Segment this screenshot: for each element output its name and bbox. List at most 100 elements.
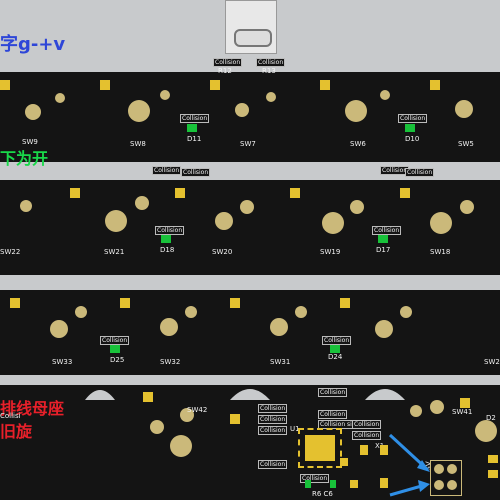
smd-pad-green	[330, 480, 336, 488]
sw32-label: SW32	[160, 358, 181, 366]
sw31-label: SW31	[270, 358, 291, 366]
pad	[50, 320, 68, 338]
diode-d11-pad	[187, 124, 197, 132]
r12-label: R12	[218, 67, 232, 75]
pad	[322, 212, 344, 234]
collision-tag: Collision	[352, 420, 382, 429]
pad	[430, 212, 452, 234]
pad	[380, 90, 390, 100]
diode-d24-pad	[330, 345, 340, 353]
d24-label: D24	[328, 353, 343, 361]
r6-c6-label: R6 C6	[312, 490, 333, 498]
sw20-label: SW20	[212, 248, 233, 256]
pad	[150, 420, 164, 434]
pad	[75, 306, 87, 318]
pad	[160, 318, 178, 336]
pad	[400, 306, 412, 318]
pad	[460, 200, 474, 214]
pad	[455, 100, 473, 118]
red-note-text-2: 旧旋	[0, 422, 33, 441]
diode-d17-pad	[378, 235, 388, 243]
square-pad	[360, 445, 368, 455]
collision-tag: Collision	[398, 114, 428, 123]
pcb-strip-row3	[0, 290, 500, 375]
collision-tag: Collision	[100, 336, 130, 345]
collision-tag: Collision	[322, 336, 352, 345]
pad	[345, 100, 367, 122]
collision-tag: Collision	[258, 426, 288, 435]
pad	[350, 200, 364, 214]
sw18-label: SW18	[430, 248, 451, 256]
board-arch-cutouts	[85, 389, 405, 400]
title-text: 字g-+v	[0, 34, 66, 55]
pad	[266, 92, 276, 102]
square-pad	[340, 298, 350, 308]
r13-label: R13	[262, 67, 276, 75]
collision-tag-top-a: Collision	[213, 58, 243, 67]
collision-tag: Collision	[372, 226, 402, 235]
usb-c-connector	[225, 0, 277, 54]
usb-c-socket	[234, 29, 272, 47]
pad	[105, 210, 127, 232]
collision-tag: Collision	[318, 410, 348, 419]
square-pad	[320, 80, 330, 90]
square-pad	[175, 188, 185, 198]
sw2-label: SW2	[484, 358, 500, 366]
collision-tag: Collision	[181, 168, 211, 177]
square-pad	[10, 298, 20, 308]
pad	[270, 318, 288, 336]
collision-tag: Collision	[318, 388, 348, 397]
diode-d18-pad	[161, 235, 171, 243]
collision-tag: Collision	[152, 166, 182, 175]
square-pad	[290, 188, 300, 198]
sw33-label: SW33	[52, 358, 73, 366]
blue-arrow-annotations	[388, 433, 430, 497]
small-label: Collisi	[0, 412, 21, 420]
pad	[430, 400, 444, 414]
pad	[25, 104, 41, 120]
green-note-text: 下为开	[0, 149, 49, 168]
square-pad	[210, 80, 220, 90]
pad	[240, 200, 254, 214]
square-pad	[400, 188, 410, 198]
square-pad	[230, 414, 240, 424]
mcu-chip-body	[305, 435, 335, 461]
collision-tag-top-b: Collision	[256, 58, 286, 67]
square-pad	[100, 80, 110, 90]
square-pad	[143, 392, 153, 402]
collision-tag: Collision	[180, 114, 210, 123]
sw22-label: SW22	[0, 248, 21, 256]
collision-tag: Collision	[258, 415, 288, 424]
pad	[235, 103, 249, 117]
pad	[135, 196, 149, 210]
square-pad	[230, 298, 240, 308]
square-pad	[340, 458, 348, 466]
collision-tag: Collision	[258, 460, 288, 469]
collision-tag: Collision	[155, 226, 185, 235]
pad	[475, 420, 497, 442]
collision-tag: Collision	[258, 404, 288, 413]
sw6-label: SW6	[350, 140, 366, 148]
pad	[375, 320, 393, 338]
d10-label: D10	[405, 135, 420, 143]
pad	[160, 90, 170, 100]
d18-label: D18	[160, 246, 175, 254]
square-pad	[488, 455, 498, 463]
sw19-label: SW19	[320, 248, 341, 256]
d25-label: D25	[110, 356, 125, 364]
pad	[128, 100, 150, 122]
sw41-label: SW41	[452, 408, 473, 416]
square-pad	[0, 80, 10, 90]
pad	[55, 93, 65, 103]
square-pad	[70, 188, 80, 198]
collision-tag: Collision	[405, 168, 435, 177]
square-pad	[120, 298, 130, 308]
square-pad	[488, 470, 498, 478]
pad	[20, 200, 32, 212]
pad	[295, 306, 307, 318]
square-pad	[350, 480, 358, 488]
sw8-label: SW8	[130, 140, 146, 148]
d17-label: D17	[376, 246, 391, 254]
sw5-label: SW5	[458, 140, 474, 148]
smd-pad-green	[305, 480, 311, 488]
